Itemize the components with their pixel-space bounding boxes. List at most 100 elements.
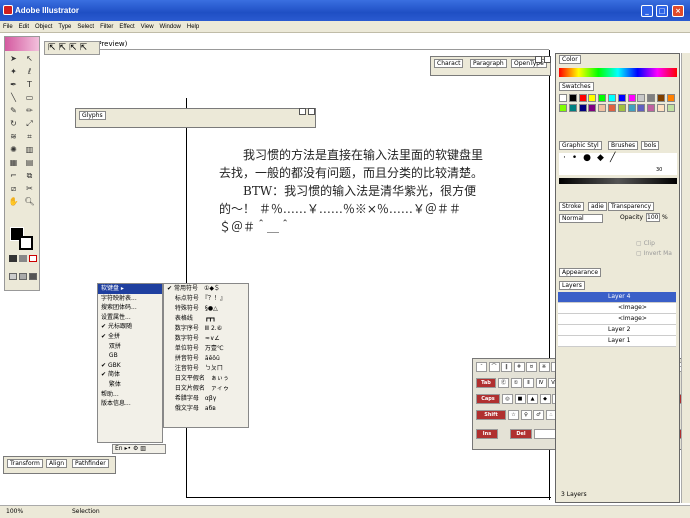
tab-brushes[interactable]: Brushes [608,141,639,150]
keyboard-key[interactable]: Ⅱ [523,378,534,388]
free-transform-icon[interactable]: ⌗ [23,131,36,142]
rectangle-tool-icon[interactable]: ▭ [23,92,36,103]
swatch[interactable] [598,104,607,112]
opacity-input[interactable]: 100 [646,213,660,222]
menu-item-soft-keyboard[interactable]: 软键盘 ▸ [98,284,162,294]
current-tool[interactable]: Selection [72,506,100,518]
tab-graphic-styles[interactable]: Graphic Styl [559,141,602,150]
rotate-tool-icon[interactable]: ↻ [7,118,20,129]
menu-item-cursor-follow[interactable]: ✔ 光标跟随 [98,322,162,332]
eyedropper-icon[interactable]: ⌐ [7,170,20,181]
tab-transform[interactable]: Transform [7,459,43,468]
menu-filter[interactable]: Filter [100,24,113,30]
submenu-item[interactable]: 注音符号 ㄅㄆㄇ [164,364,248,374]
close-button[interactable]: × [672,5,684,17]
swatch[interactable] [568,94,577,102]
maximize-button[interactable]: □ [656,5,668,17]
pen-tool-icon[interactable]: ✒ [7,79,20,90]
tab-align[interactable]: Align [46,459,68,468]
tab-stroke[interactable]: Stroke [559,202,585,211]
keyboard-key[interactable]: ■ [514,394,526,404]
menu-item-gb[interactable]: GB [98,351,162,361]
submenu-item[interactable]: 数字序号 Ⅲ 2.⑥ [164,324,248,334]
full-screen-menu-icon[interactable] [19,273,27,280]
selection-tool-icon[interactable]: ➤ [7,53,20,64]
line-tool-icon[interactable]: ╲ [7,92,20,103]
keyboard-key[interactable]: ① [510,378,522,388]
swatch[interactable] [559,104,567,112]
pencil-tool-icon[interactable]: ✏ [23,105,36,116]
menu-edit[interactable]: Edit [19,24,29,30]
layer-row[interactable]: <Image> [558,303,676,314]
menu-type[interactable]: Type [58,24,71,30]
lasso-icon[interactable]: ℓ [23,66,36,77]
zoom-level[interactable]: 100% [6,506,23,518]
blend-mode-select[interactable]: Normal [559,214,603,223]
zoom-tool-icon[interactable]: 🔍︎ [23,196,36,207]
menu-item-simplified[interactable]: ✔ 简体 [98,370,162,380]
swatch[interactable] [608,104,616,112]
slice-tool-icon[interactable]: ⧄ [7,183,20,194]
tab-transparency[interactable]: Transparency [608,202,655,211]
screen-mode-icon[interactable] [9,273,17,280]
direct-selection-tool-icon[interactable]: ↖ [23,53,36,64]
keyboard-key[interactable]: ♂ [533,410,544,420]
keyboard-key[interactable]: ˉ [476,362,487,372]
layer-row[interactable]: Layer 2 [558,325,676,336]
keyboard-key[interactable]: ＃ [513,362,525,372]
submenu-item[interactable]: 希腊字母 αβγ [164,394,248,404]
swatch[interactable] [578,94,587,102]
submenu-item[interactable]: 表格线 ┏┳┓ [164,314,248,324]
swatch[interactable] [647,94,656,102]
ime-status-bar[interactable]: En ▸• ⚙ ▥ [112,444,166,454]
tab-color[interactable]: Color [559,55,581,64]
menu-item-help[interactable]: 帮助... [98,390,162,400]
keyboard-key[interactable]: ☆ [508,410,519,420]
menu-item-char-map[interactable]: 字符映射表... [98,294,162,304]
stroke-color-icon[interactable] [19,236,33,250]
swatch[interactable] [617,104,626,112]
menu-effect[interactable]: Effect [119,24,134,30]
panel-close-icon[interactable] [308,108,315,115]
tab-key[interactable]: Tab [476,378,496,388]
swatch[interactable] [637,94,646,102]
menu-view[interactable]: View [141,24,154,30]
color-mode-icon[interactable] [9,255,17,262]
selection-arrow-icon[interactable]: ⇱⇱⇱⇱ [48,43,90,53]
menu-item-shuangpin[interactable]: 双拼 [98,342,162,352]
menu-item-quanpin[interactable]: ✔ 全拼 [98,332,162,342]
swatch[interactable] [598,94,607,102]
full-screen-icon[interactable] [29,273,37,280]
tab-paragraph[interactable]: Paragraph [470,59,507,68]
brush-tool-icon[interactable]: ✎ [7,105,20,116]
swatch[interactable] [617,94,626,102]
layer-row[interactable]: <Image> [558,314,676,325]
layer-row[interactable]: Layer 4 [558,292,676,303]
type-tool-icon[interactable]: T [23,79,36,90]
right-scrollbar[interactable] [681,53,690,503]
submenu-item[interactable]: ✔ 常用符号 ①◆＄ [164,284,248,294]
tab-swatches[interactable]: Swatches [559,82,594,91]
warp-tool-icon[interactable]: ≋ [7,131,20,142]
scale-tool-icon[interactable]: ⤢ [23,118,36,129]
hand-tool-icon[interactable]: ✋ [7,196,20,207]
tab-symbols[interactable]: bols [641,141,660,150]
menu-item-version[interactable]: 版本信息... [98,399,162,409]
tab-appearance[interactable]: Appearance [559,268,602,277]
color-spectrum[interactable] [559,68,677,77]
swatch[interactable] [637,104,646,112]
submenu-item[interactable]: 单位符号 万壹℃ [164,344,248,354]
swatch[interactable] [578,104,587,112]
submenu-item[interactable]: 日文片假名 ァィゥ [164,384,248,394]
swatch[interactable] [568,104,577,112]
keyboard-key[interactable]: Ⅳ [535,378,547,388]
keyboard-key[interactable]: ◎ [502,394,513,404]
none-mode-icon[interactable] [29,255,37,262]
tab-layers[interactable]: Layers [559,281,585,290]
menu-item-search[interactable]: 搜索团体码... [98,303,162,313]
submenu-item[interactable]: 拼音符号 āēōū [164,354,248,364]
minimize-button[interactable]: _ [641,5,653,17]
keyboard-key[interactable]: ◆ [539,394,551,404]
tab-gradient[interactable]: adie [588,202,607,211]
menu-item-properties[interactable]: 设置属性... [98,313,162,323]
